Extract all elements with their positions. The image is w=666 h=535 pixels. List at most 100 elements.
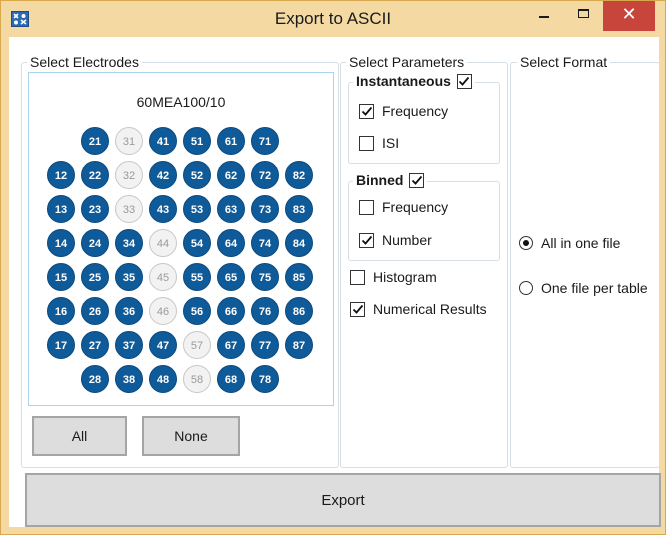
electrode-54[interactable]: 54 xyxy=(183,229,211,257)
maximize-button[interactable] xyxy=(567,1,601,31)
electrode-41[interactable]: 41 xyxy=(149,127,177,155)
electrode-16[interactable]: 16 xyxy=(47,297,75,325)
all-in-one-radio xyxy=(519,236,533,250)
electrode-46[interactable]: 46 xyxy=(149,297,177,325)
inst-frequency-checkbox[interactable]: Frequency xyxy=(359,103,448,119)
histogram-label: Histogram xyxy=(373,269,437,285)
electrode-27[interactable]: 27 xyxy=(81,331,109,359)
electrode-71[interactable]: 71 xyxy=(251,127,279,155)
instantaneous-label: Instantaneous xyxy=(356,73,451,89)
format-option-one-per-table[interactable]: One file per table xyxy=(519,280,648,296)
electrode-51[interactable]: 51 xyxy=(183,127,211,155)
electrode-42[interactable]: 42 xyxy=(149,161,177,189)
electrode-64[interactable]: 64 xyxy=(217,229,245,257)
electrode-78[interactable]: 78 xyxy=(251,365,279,393)
electrode-44[interactable]: 44 xyxy=(149,229,177,257)
binned-checkbox-box xyxy=(409,172,425,188)
electrode-36[interactable]: 36 xyxy=(115,297,143,325)
electrode-21[interactable]: 21 xyxy=(81,127,109,155)
electrode-33[interactable]: 33 xyxy=(115,195,143,223)
binned-checkbox[interactable]: Binned xyxy=(353,172,428,188)
title-bar[interactable]: Export to ASCII ✕ xyxy=(1,1,665,37)
electrode-25[interactable]: 25 xyxy=(81,263,109,291)
histogram-checkbox[interactable]: Histogram xyxy=(350,269,437,285)
minimize-icon xyxy=(539,16,549,18)
electrode-66[interactable]: 66 xyxy=(217,297,245,325)
electrode-63[interactable]: 63 xyxy=(217,195,245,223)
binned-number-checkbox-box xyxy=(359,232,374,248)
binned-frequency-label: Frequency xyxy=(382,199,449,215)
electrode-32[interactable]: 32 xyxy=(115,161,143,189)
electrode-68[interactable]: 68 xyxy=(217,365,245,393)
electrode-31[interactable]: 31 xyxy=(115,127,143,155)
electrode-53[interactable]: 53 xyxy=(183,195,211,223)
electrode-77[interactable]: 77 xyxy=(251,331,279,359)
electrode-37[interactable]: 37 xyxy=(115,331,143,359)
electrode-43[interactable]: 43 xyxy=(149,195,177,223)
electrode-grid-panel: 60MEA100/10 21 31 41 51 61 71 12 22 32 42 52 62 72 82… xyxy=(28,72,334,406)
electrode-48[interactable]: 48 xyxy=(149,365,177,393)
check-icon xyxy=(361,235,372,245)
binned-label: Binned xyxy=(356,172,404,188)
electrode-82[interactable]: 82 xyxy=(285,161,313,189)
electrode-76[interactable]: 76 xyxy=(251,297,279,325)
electrode-84[interactable]: 84 xyxy=(285,229,313,257)
instantaneous-checkbox-box xyxy=(456,73,472,89)
electrode-57[interactable]: 57 xyxy=(183,331,211,359)
electrode-55[interactable]: 55 xyxy=(183,263,211,291)
export-button[interactable]: Export xyxy=(25,473,661,527)
electrode-15[interactable]: 15 xyxy=(47,263,75,291)
select-none-button[interactable]: None xyxy=(142,416,240,456)
histogram-checkbox-box xyxy=(350,269,365,285)
electrode-47[interactable]: 47 xyxy=(149,331,177,359)
numerical-results-checkbox-box xyxy=(350,301,365,317)
radio-selected-dot xyxy=(523,240,529,246)
electrode-74[interactable]: 74 xyxy=(251,229,279,257)
electrode-72[interactable]: 72 xyxy=(251,161,279,189)
numerical-results-label: Numerical Results xyxy=(373,301,487,317)
electrode-56[interactable]: 56 xyxy=(183,297,211,325)
numerical-results-checkbox[interactable]: Numerical Results xyxy=(350,301,487,317)
close-icon: ✕ xyxy=(621,4,637,24)
electrode-52[interactable]: 52 xyxy=(183,161,211,189)
electrode-61[interactable]: 61 xyxy=(217,127,245,155)
electrode-35[interactable]: 35 xyxy=(115,263,143,291)
parameters-group: Select Parameters Instantaneous Frequenc… xyxy=(340,54,508,468)
electrode-86[interactable]: 86 xyxy=(285,297,313,325)
electrode-14[interactable]: 14 xyxy=(47,229,75,257)
check-icon xyxy=(361,106,372,116)
minimize-button[interactable] xyxy=(527,1,561,31)
electrode-23[interactable]: 23 xyxy=(81,195,109,223)
electrode-58[interactable]: 58 xyxy=(183,365,211,393)
format-option-all-in-one[interactable]: All in one file xyxy=(519,235,620,251)
electrode-24[interactable]: 24 xyxy=(81,229,109,257)
electrode-67[interactable]: 67 xyxy=(217,331,245,359)
window-title: Export to ASCII xyxy=(274,9,392,28)
inst-isi-label: ISI xyxy=(382,135,400,151)
electrode-13[interactable]: 13 xyxy=(47,195,75,223)
electrode-38[interactable]: 38 xyxy=(115,365,143,393)
binned-frequency-checkbox[interactable]: Frequency xyxy=(359,199,448,215)
electrode-85[interactable]: 85 xyxy=(285,263,313,291)
inst-frequency-label: Frequency xyxy=(382,103,449,119)
electrode-62[interactable]: 62 xyxy=(217,161,245,189)
electrode-34[interactable]: 34 xyxy=(115,229,143,257)
binned-number-checkbox[interactable]: Number xyxy=(359,232,432,248)
electrode-12[interactable]: 12 xyxy=(47,161,75,189)
select-all-button[interactable]: All xyxy=(32,416,127,456)
electrode-87[interactable]: 87 xyxy=(285,331,313,359)
electrode-17[interactable]: 17 xyxy=(47,331,75,359)
dialog-body: Select Electrodes 60MEA100/10 21 31 41 51 61… xyxy=(9,37,661,527)
electrode-45[interactable]: 45 xyxy=(149,263,177,291)
check-icon xyxy=(411,175,423,185)
inst-isi-checkbox[interactable]: ISI xyxy=(359,135,399,151)
electrode-22[interactable]: 22 xyxy=(81,161,109,189)
electrode-65[interactable]: 65 xyxy=(217,263,245,291)
electrode-83[interactable]: 83 xyxy=(285,195,313,223)
instantaneous-checkbox[interactable]: Instantaneous xyxy=(353,73,475,89)
electrode-75[interactable]: 75 xyxy=(251,263,279,291)
electrode-26[interactable]: 26 xyxy=(81,297,109,325)
close-button[interactable]: ✕ xyxy=(603,1,655,31)
electrode-73[interactable]: 73 xyxy=(251,195,279,223)
electrode-28[interactable]: 28 xyxy=(81,365,109,393)
